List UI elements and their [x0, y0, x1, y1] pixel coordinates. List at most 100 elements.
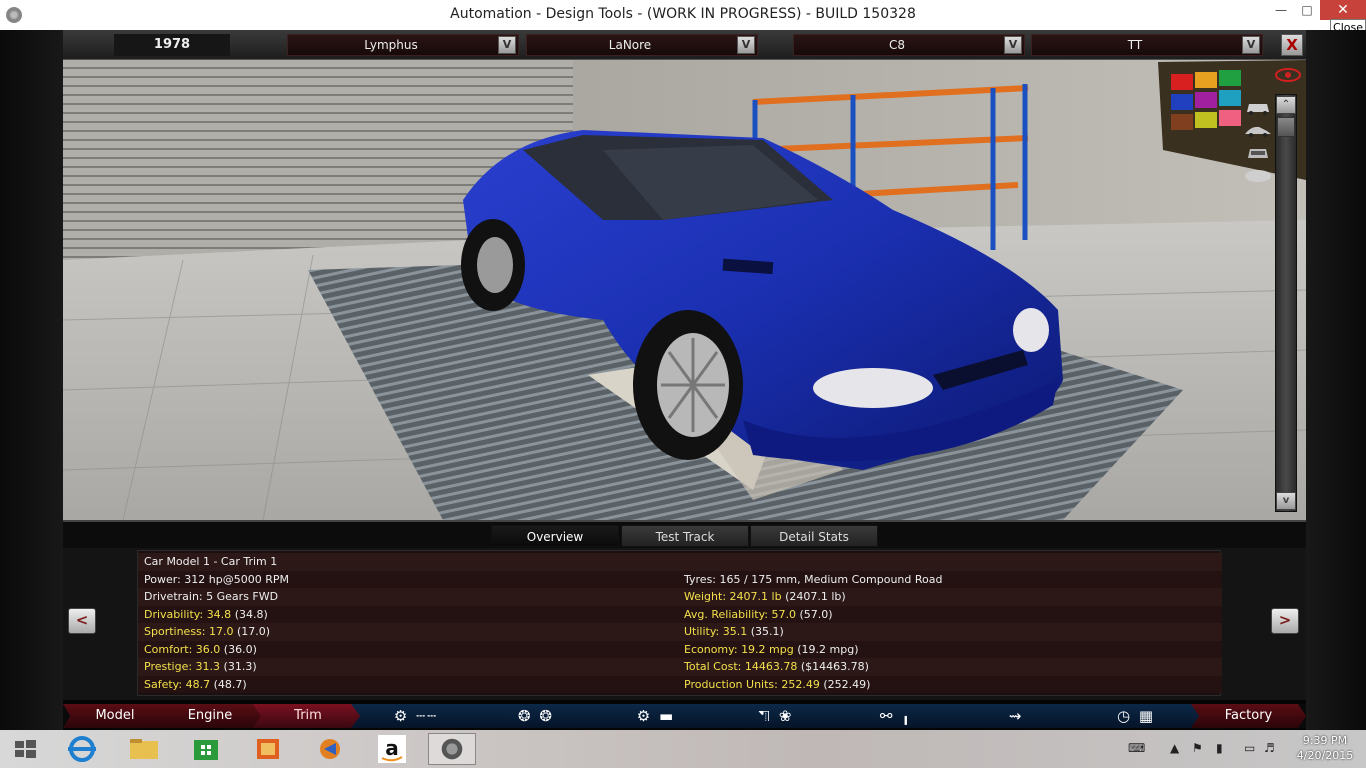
- zoom-scrollbar[interactable]: [1275, 94, 1297, 512]
- nav-test-drive[interactable]: ◷ ▦: [1071, 704, 1201, 728]
- nav-interior[interactable]: ⚯ ╻: [831, 704, 961, 728]
- zoom-scroll-thumb[interactable]: [1277, 117, 1295, 137]
- show-hidden-icons-icon[interactable]: ▲: [1170, 741, 1179, 755]
- frame-left: [0, 30, 63, 730]
- stats-row: Safety: 48.7 (48.7) Production Units: 25…: [138, 675, 1222, 693]
- stat-economy: Economy: 19.2 mpg (19.2 mpg): [684, 642, 859, 656]
- os-taskbar: a ⌨ ▲ ⚑ ▮ ▭ ♬ 9:39 PM 4/20/2015: [0, 730, 1366, 768]
- keyboard-icon[interactable]: ⌨: [1128, 741, 1145, 755]
- next-trim-button[interactable]: >: [1271, 608, 1299, 634]
- nav-gearbox[interactable]: ⚙ ┄┄: [351, 704, 481, 728]
- action-center-flag-icon[interactable]: ⚑: [1192, 741, 1203, 755]
- stat-prestige: Prestige: 31.3 (31.3): [144, 660, 257, 673]
- stat-production-units: Production Units: 252.49 (252.49): [684, 677, 871, 691]
- company-selector[interactable]: Lymphus V: [287, 34, 519, 56]
- battery-icon[interactable]: ▭: [1244, 741, 1255, 755]
- svg-text:a: a: [385, 736, 399, 760]
- gearbox-icon: ⚙ ┄┄: [393, 707, 439, 725]
- chevron-down-icon[interactable]: V: [1242, 36, 1260, 54]
- car-3d-viewport[interactable]: ⌃ v: [63, 60, 1306, 520]
- automation-taskbar-icon[interactable]: [428, 733, 476, 765]
- nav-wheels[interactable]: ❂ ❂: [471, 704, 601, 728]
- nav-factory[interactable]: Factory: [1191, 704, 1306, 728]
- nav-suspension[interactable]: ⚙ ▬: [591, 704, 721, 728]
- stat-reliability: Avg. Reliability: 57.0 (57.0): [684, 607, 833, 621]
- body-aero-icon: ⛠ ❀: [758, 707, 794, 725]
- variant-selector[interactable]: TT V: [1031, 34, 1263, 56]
- model-label: LaNore: [608, 38, 652, 52]
- stats-row: Drivetrain: 5 Gears FWD Weight: 2407.1 l…: [138, 588, 1222, 606]
- media-app-icon[interactable]: [306, 733, 354, 765]
- wheels-icon: ❂ ❂: [518, 707, 554, 725]
- car-top-view-icon[interactable]: [1243, 166, 1273, 184]
- car-rear-view-icon[interactable]: [1243, 144, 1273, 162]
- clock-time: 9:39 PM: [1302, 734, 1348, 747]
- stat-drivability: Drivability: 34.8 (34.8): [144, 607, 268, 621]
- stats-panel: < Car Model 1 - Car Trim 1 Power: 312 hp…: [63, 548, 1306, 700]
- amazon-icon[interactable]: a: [368, 733, 416, 765]
- image-viewer-icon[interactable]: [244, 733, 292, 765]
- stat-comfort: Comfort: 36.0 (36.0): [144, 642, 257, 656]
- stats-row: Sportiness: 17.0 (17.0) Utility: 35.1 (3…: [138, 623, 1222, 641]
- fixtures-icon: ⇝: [1008, 707, 1024, 725]
- nav-trim[interactable]: Trim: [253, 704, 363, 728]
- nav-engine[interactable]: Engine: [155, 704, 265, 728]
- chevron-down-icon[interactable]: V: [1004, 36, 1022, 54]
- maximize-button[interactable]: □: [1294, 0, 1320, 20]
- stat-weight: Weight: 2407.1 lb (2407.1 lb): [684, 590, 846, 603]
- stats-row: Prestige: 31.3 (31.3) Total Cost: 14463.…: [138, 658, 1222, 676]
- clock-date: 4/20/2015: [1296, 749, 1354, 762]
- variant-label: TT: [1127, 38, 1143, 52]
- minimize-button[interactable]: —: [1268, 0, 1294, 20]
- trim-selector[interactable]: C8 V: [793, 34, 1025, 56]
- stats-row: Drivability: 34.8 (34.8) Avg. Reliabilit…: [138, 605, 1222, 623]
- car-front-view-icon[interactable]: [1243, 98, 1273, 116]
- store-icon[interactable]: [182, 733, 230, 765]
- nav-model[interactable]: Model: [63, 704, 167, 728]
- car-title: Car Model 1 - Car Trim 1: [144, 555, 278, 568]
- chevron-down-icon[interactable]: V: [498, 36, 516, 54]
- previous-trim-button[interactable]: <: [68, 608, 96, 634]
- nav-body[interactable]: ⛠ ❀: [711, 704, 841, 728]
- stats-row: Car Model 1 - Car Trim 1: [138, 553, 1222, 571]
- model-year[interactable]: 1978: [114, 34, 230, 56]
- chevron-down-icon[interactable]: V: [737, 36, 755, 54]
- automation-app: 1978 Lymphus V LaNore V C8 V TT V X ⌃ v …: [0, 30, 1366, 730]
- stat-tyres: Tyres: 165 / 175 mm, Medium Compound Roa…: [684, 572, 943, 586]
- frame-right: [1306, 30, 1366, 730]
- volume-icon[interactable]: ♬: [1264, 741, 1275, 755]
- nav-fixtures[interactable]: ⇝: [951, 704, 1081, 728]
- stat-utility: Utility: 35.1 (35.1): [684, 625, 784, 638]
- tab-overview[interactable]: Overview: [491, 525, 619, 547]
- scroll-up-button[interactable]: ⌃: [1276, 96, 1296, 114]
- network-icon[interactable]: ▮: [1216, 741, 1223, 755]
- model-selector[interactable]: LaNore V: [526, 34, 758, 56]
- file-explorer-icon[interactable]: [120, 733, 168, 765]
- stats-tabbar: Overview Test Track Detail Stats: [63, 520, 1306, 548]
- stat-safety: Safety: 48.7 (48.7): [144, 677, 247, 691]
- tab-detail-stats[interactable]: Detail Stats: [750, 525, 878, 547]
- stat-power: Power: 312 hp@5000 RPM: [144, 572, 289, 586]
- close-designer-button[interactable]: X: [1281, 34, 1303, 56]
- windows-start-icon[interactable]: [2, 733, 48, 765]
- car-side-view-icon[interactable]: [1243, 122, 1273, 140]
- close-window-button[interactable]: ✕: [1320, 0, 1366, 20]
- window-titlebar: Automation - Design Tools - (WORK IN PRO…: [0, 0, 1366, 37]
- stat-total-cost: Total Cost: 14463.78 ($14463.78): [684, 660, 869, 673]
- test-drive-icon: ◷ ▦: [1116, 707, 1156, 725]
- designer-nav: Model Engine Trim ⚙ ┄┄ ❂ ❂ ⚙ ▬ ⛠ ❀ ⚯ ╻ ⇝…: [63, 704, 1306, 728]
- interior-icon: ⚯ ╻: [879, 707, 913, 725]
- internet-explorer-icon[interactable]: [58, 733, 106, 765]
- stat-drivetrain: Drivetrain: 5 Gears FWD: [144, 590, 279, 603]
- stat-sportiness: Sportiness: 17.0 (17.0): [144, 625, 271, 638]
- tab-test-track[interactable]: Test Track: [621, 525, 749, 547]
- taskbar-clock[interactable]: 9:39 PM 4/20/2015: [1290, 733, 1360, 763]
- window-title: Automation - Design Tools - (WORK IN PRO…: [450, 6, 916, 22]
- car-selector-bar: 1978 Lymphus V LaNore V C8 V TT V X: [63, 30, 1306, 60]
- overview-stats: Car Model 1 - Car Trim 1 Power: 312 hp@5…: [137, 550, 1222, 696]
- stats-row: Power: 312 hp@5000 RPM Tyres: 165 / 175 …: [138, 570, 1222, 588]
- stats-row: Comfort: 36.0 (36.0) Economy: 19.2 mpg (…: [138, 640, 1222, 658]
- eye-icon[interactable]: [1275, 68, 1301, 82]
- trim-label: C8: [888, 38, 905, 52]
- scroll-down-button[interactable]: v: [1276, 492, 1296, 510]
